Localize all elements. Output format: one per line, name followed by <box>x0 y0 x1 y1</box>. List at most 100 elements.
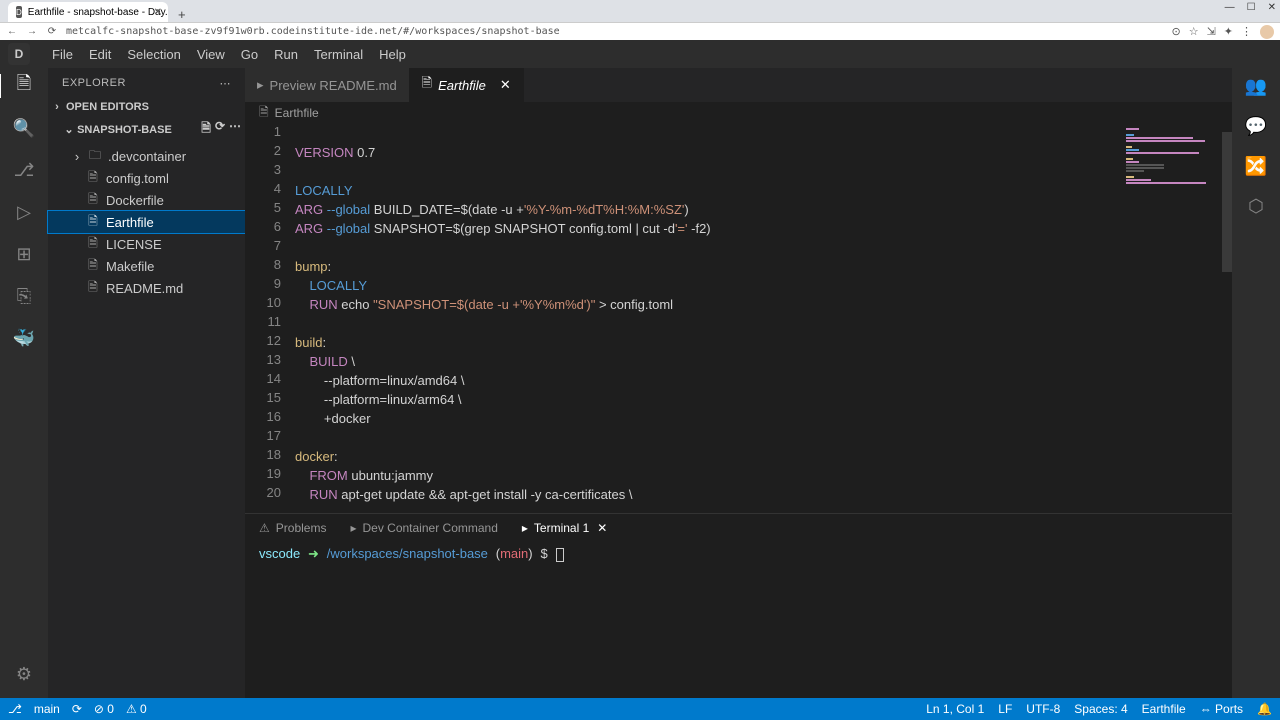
file-config-toml[interactable]: 🗎config.toml <box>48 167 245 189</box>
title-bar: D FileEditSelectionViewGoRunTerminalHelp <box>0 40 1280 68</box>
extensions-icon[interactable]: ✦ <box>1224 25 1233 38</box>
close-icon[interactable]: ✕ <box>500 77 511 93</box>
reload-icon[interactable]: ⟳ <box>46 26 58 37</box>
extensions-icon[interactable]: ⊞ <box>12 242 36 266</box>
chevron-right-icon: › <box>72 149 82 164</box>
more-icon[interactable]: ⋮ <box>1241 25 1252 38</box>
right-activity-1[interactable]: 💬 <box>1244 114 1268 138</box>
menu-terminal[interactable]: Terminal <box>306 43 371 66</box>
right-activity-2[interactable]: 🔀 <box>1244 154 1268 178</box>
status-item-2[interactable]: UTF-8 <box>1026 702 1060 716</box>
search-icon[interactable]: 🔍 <box>12 116 36 140</box>
gutter: 1234567891011121314151617181920 <box>245 124 295 513</box>
menu-help[interactable]: Help <box>371 43 414 66</box>
breadcrumb[interactable]: 🗎 Earthfile <box>245 102 1232 124</box>
docker-icon[interactable]: 🐳 <box>12 326 36 350</box>
warnings-count[interactable]: ⚠ 0 <box>126 702 147 716</box>
status-item-4[interactable]: Earthfile <box>1142 702 1186 716</box>
browser-tabs: D Earthfile - snapshot-base - Day... ✕ + <box>0 0 1280 22</box>
status-item-6[interactable]: 🔔 <box>1257 702 1272 716</box>
more-icon[interactable]: ⋯ <box>220 77 232 90</box>
back-icon[interactable]: ← <box>6 26 18 37</box>
folder-icon: 🗀 <box>88 146 102 167</box>
bottom-panel: ⚠Problems ▸Dev Container Command ▸Terminal… <box>245 513 1232 698</box>
new-tab-button[interactable]: + <box>174 7 190 22</box>
tab-icon: ⚠ <box>259 521 270 535</box>
file-readme-md[interactable]: 🗎README.md <box>48 277 245 299</box>
file-icon: 🗎 <box>86 190 100 211</box>
tab-title: Earthfile - snapshot-base - Day... <box>28 7 168 18</box>
explorer-sidebar: EXPLORER ⋯ › OPEN EDITORS ⌄ SNAPSHOT-BAS… <box>48 68 245 698</box>
code-editor[interactable]: VERSION 0.7 LOCALLYARG --global BUILD_DA… <box>295 124 1122 513</box>
collapse-icon[interactable]: ⋯ <box>229 119 241 140</box>
menu-edit[interactable]: Edit <box>81 43 119 66</box>
share-icon[interactable]: ☆ <box>1189 25 1199 38</box>
favicon-icon: D <box>16 6 22 18</box>
project-section[interactable]: ⌄ SNAPSHOT-BASE 🗎 ⟳ ⋯ <box>48 116 245 143</box>
folder-devcontainer[interactable]: ›🗀.devcontainer <box>48 145 245 167</box>
status-item-1[interactable]: LF <box>998 702 1012 716</box>
file-icon: ▸ <box>257 77 264 93</box>
right-activity-3[interactable]: ⬡ <box>1244 194 1268 218</box>
status-item-0[interactable]: Ln 1, Col 1 <box>926 702 984 716</box>
window-controls[interactable]: —☐✕ <box>1225 2 1276 13</box>
explorer-icon[interactable]: 🗎 <box>0 74 47 98</box>
tab-icon: ▸ <box>522 521 528 535</box>
bookmark-icon[interactable]: ⇲ <box>1207 25 1216 38</box>
tab-icon: ▸ <box>350 521 356 535</box>
close-icon[interactable]: ✕ <box>154 7 162 18</box>
app-logo[interactable]: D <box>8 43 30 65</box>
tab-preview-readme.md[interactable]: ▸Preview README.md <box>245 68 410 102</box>
profile-avatar[interactable] <box>1260 25 1274 39</box>
sync-icon[interactable]: ⟳ <box>72 702 82 716</box>
close-icon[interactable]: ✕ <box>597 521 607 535</box>
editor-tabs: ▸Preview README.md🗎Earthfile✕ <box>245 68 1232 102</box>
menu-go[interactable]: Go <box>233 43 266 66</box>
source-control-icon[interactable]: ⎇ <box>12 158 36 182</box>
git-branch-icon[interactable]: ⎇ <box>8 702 22 716</box>
menu-file[interactable]: File <box>44 43 81 66</box>
chevron-down-icon: ⌄ <box>64 123 74 136</box>
errors-count[interactable]: ⊘ 0 <box>94 702 114 716</box>
file-makefile[interactable]: 🗎Makefile <box>48 255 245 277</box>
menu-selection[interactable]: Selection <box>119 43 188 66</box>
new-file-icon[interactable]: 🗎 <box>201 119 211 140</box>
forward-icon[interactable]: → <box>26 26 38 37</box>
run-debug-icon[interactable]: ▷ <box>12 200 36 224</box>
activity-bar: 🗎 🔍 ⎇ ▷ ⊞ ⎘ 🐳 ⚙ <box>0 68 48 698</box>
chevron-right-icon: › <box>52 101 62 113</box>
panel-tab-terminal-1[interactable]: ▸Terminal 1✕ <box>522 521 607 535</box>
file-icon: 🗎 <box>86 256 100 277</box>
file-icon: 🗎 <box>86 212 100 233</box>
refresh-icon[interactable]: ⟳ <box>215 119 225 140</box>
file-icon: 🗎 <box>86 168 100 189</box>
file-icon: 🗎 <box>422 74 432 96</box>
branch-name[interactable]: main <box>34 702 60 716</box>
menu-view[interactable]: View <box>189 43 233 66</box>
terminal[interactable]: vscode ➜ /workspaces/snapshot-base (main… <box>245 542 1232 698</box>
file-dockerfile[interactable]: 🗎Dockerfile <box>48 189 245 211</box>
minimap[interactable] <box>1122 124 1232 513</box>
file-icon: 🗎 <box>259 103 269 124</box>
open-editors-section[interactable]: › OPEN EDITORS <box>48 98 245 116</box>
activity-bar-right: 👥 💬 🔀 ⬡ <box>1232 68 1280 698</box>
address-bar[interactable]: metcalfc-snapshot-base-zv9f91w0rb.codein… <box>66 26 1163 37</box>
explorer-title: EXPLORER <box>62 77 126 89</box>
tab-earthfile[interactable]: 🗎Earthfile✕ <box>410 68 524 102</box>
scrollbar-thumb[interactable] <box>1222 132 1232 272</box>
cursor <box>556 548 564 562</box>
status-bar: ⎇ main ⟳ ⊘ 0 ⚠ 0 Ln 1, Col 1 LF UTF-8 Space… <box>0 698 1280 720</box>
file-icon: 🗎 <box>86 278 100 299</box>
panel-tab-problems[interactable]: ⚠Problems <box>259 521 326 535</box>
panel-tab-dev-container-command[interactable]: ▸Dev Container Command <box>350 521 497 535</box>
file-earthfile[interactable]: 🗎Earthfile <box>48 211 245 233</box>
browser-tab[interactable]: D Earthfile - snapshot-base - Day... ✕ <box>8 2 168 22</box>
remote-icon[interactable]: ⎘ <box>12 284 36 308</box>
file-license[interactable]: 🗎LICENSE <box>48 233 245 255</box>
search-icon[interactable]: ⊙ <box>1171 25 1180 38</box>
right-activity-0[interactable]: 👥 <box>1244 74 1268 98</box>
menu-run[interactable]: Run <box>266 43 306 66</box>
settings-gear-icon[interactable]: ⚙ <box>12 662 36 686</box>
status-item-3[interactable]: Spaces: 4 <box>1074 702 1127 716</box>
status-item-5[interactable]: ⇔ Ports <box>1200 702 1243 716</box>
